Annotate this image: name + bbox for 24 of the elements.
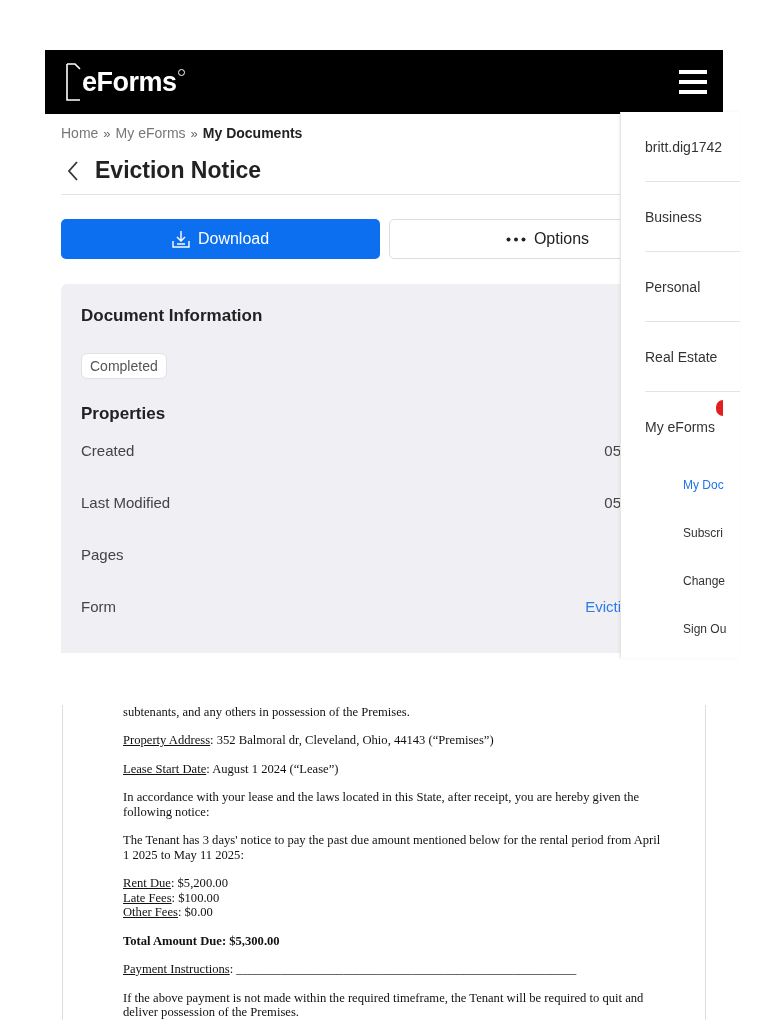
breadcrumb-separator: » <box>103 125 111 141</box>
property-value: 05 <box>604 493 621 511</box>
document-paragraph: Property Address: 352 Balmoral dr, Cleveland, Ohio, 44143 (“Premises”) <box>123 733 495 748</box>
page-title: Eviction Notice <box>95 157 262 184</box>
fee-line: Other Fees: $0.00 <box>123 905 214 920</box>
document-paragraph: Payment Instructions: ______________________________________________________ <box>123 962 578 977</box>
document-paragraph: Lease Start Date: August 1 2024 (“Lease”) <box>123 761 340 777</box>
document-paragraph: In accordance with your lease and the laws located in this State, after receipt, you are hereby given the following notice: <box>123 790 641 820</box>
property-value: 05 <box>604 441 621 459</box>
document-paragraph: The Tenant has 3 days' notice to pay the past due amount mentioned below for the rental period from April 1 2025 to May 11 2025: <box>123 833 662 863</box>
breadcrumb-separator: » <box>190 125 198 141</box>
fee-line: Rent Due: $5,200.00 <box>123 876 229 891</box>
property-label: Created <box>81 441 135 459</box>
logo-text: eForms <box>82 66 177 98</box>
property-label: Form <box>81 597 116 615</box>
property-label: Pages <box>81 545 124 563</box>
section-heading: Document Information <box>81 306 264 326</box>
document-paragraph: Total Amount Due: $5,300.00 <box>123 933 281 949</box>
document-paragraph: subtenants, and any others in possession of the Premises. <box>123 705 411 720</box>
status-badge: Completed <box>81 353 167 379</box>
property-label: Last Modified <box>81 493 171 511</box>
fee-line: Late Fees: $100.00 <box>123 890 221 906</box>
section-heading: Properties <box>81 404 167 424</box>
document-paragraph: If the above payment is not made within the required timeframe, the Tenant will be required to quit and deliver possession of the Premises. <box>123 990 645 1020</box>
